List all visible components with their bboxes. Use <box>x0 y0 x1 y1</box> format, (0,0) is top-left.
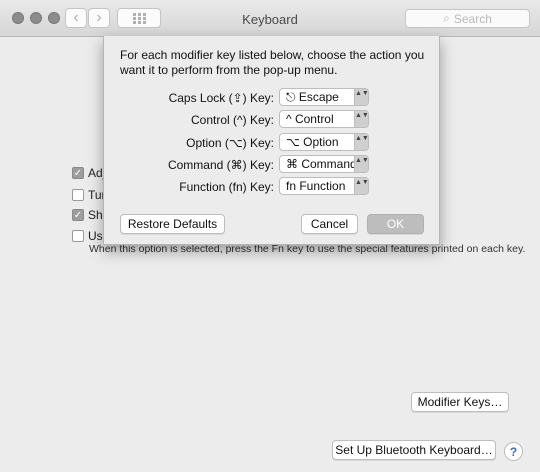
popup-arrows-icon: ▲▼ <box>354 156 369 172</box>
search-field[interactable]: ⌕ Search <box>405 9 530 28</box>
caps-lock-popup-value: ⎋ Escape <box>286 90 339 104</box>
help-button[interactable]: ? <box>504 442 523 461</box>
command-popup-value: ⌘ Command <box>286 157 357 171</box>
caps-lock-popup[interactable]: ⎋ Escape ▲▼ <box>279 88 369 106</box>
restore-defaults-button[interactable]: Restore Defaults <box>120 214 225 234</box>
option-key-label: Option (⌥) Key: <box>186 136 274 150</box>
set-up-bluetooth-keyboard-button[interactable]: Set Up Bluetooth Keyboard… <box>332 440 496 460</box>
checkbox-adjust[interactable]: ✓ <box>72 167 84 179</box>
sheet-instructions: For each modifier key listed below, choo… <box>120 48 425 77</box>
search-placeholder: Search <box>453 11 492 26</box>
command-key-label: Command (⌘) Key: <box>167 158 274 172</box>
control-popup-value: ^ Control <box>286 112 334 126</box>
popup-arrows-icon: ▲▼ <box>354 111 369 127</box>
modifier-keys-sheet: For each modifier key listed below, choo… <box>103 36 440 245</box>
function-popup-value: fn Function <box>286 179 346 193</box>
function-key-label: Function (fn) Key: <box>179 180 274 194</box>
checkbox-show[interactable]: ✓ <box>72 209 84 221</box>
option-popup[interactable]: ⌥ Option ▲▼ <box>279 133 369 151</box>
popup-arrows-icon: ▲▼ <box>354 89 369 105</box>
caps-lock-key-label: Caps Lock (⇪) Key: <box>168 91 274 105</box>
function-popup[interactable]: fn Function ▲▼ <box>279 177 369 195</box>
control-popup[interactable]: ^ Control ▲▼ <box>279 110 369 128</box>
popup-arrows-icon: ▲▼ <box>354 178 369 194</box>
title-bar: ‹ › Keyboard ⌕ Search <box>0 0 540 37</box>
control-key-label: Control (^) Key: <box>191 113 274 127</box>
cancel-button[interactable]: Cancel <box>301 214 358 234</box>
popup-arrows-icon: ▲▼ <box>354 134 369 150</box>
keyboard-preferences-window: ‹ › Keyboard ⌕ Search ✓ Adj Tur ✓ Sho Us… <box>0 0 540 472</box>
help-icon: ? <box>509 444 518 459</box>
ok-button[interactable]: OK <box>367 214 424 234</box>
modifier-keys-button[interactable]: Modifier Keys… <box>411 392 509 412</box>
search-icon: ⌕ <box>443 11 450 25</box>
command-popup[interactable]: ⌘ Command ▲▼ <box>279 155 369 173</box>
option-popup-value: ⌥ Option <box>286 135 339 149</box>
checkbox-use-fn-keys[interactable] <box>72 230 84 242</box>
checkbox-turn[interactable] <box>72 189 84 201</box>
